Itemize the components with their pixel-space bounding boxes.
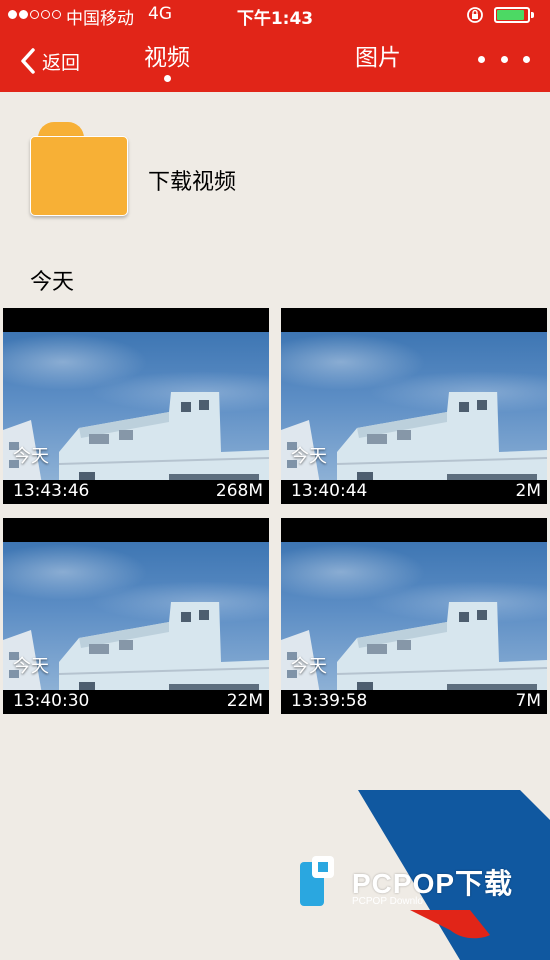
video-timestamp: 13:43:46 bbox=[13, 481, 90, 501]
download-videos-folder[interactable]: 下载视频 bbox=[26, 116, 286, 220]
video-item[interactable]: 今天 13:39:58 7M bbox=[281, 518, 547, 714]
battery-icon bbox=[494, 7, 530, 23]
video-day-badge: 今天 bbox=[13, 446, 49, 467]
video-item[interactable]: 今天 13:43:46 268M bbox=[3, 308, 269, 504]
tab-video[interactable]: 视频 bbox=[144, 38, 190, 72]
video-thumbnail: 今天 bbox=[281, 332, 547, 484]
app-header: 中国移动 4G 下午1:43 返回 视频 图片 bbox=[0, 0, 550, 92]
pcpop-watermark: PCPOP下载 PCPOP Downlo bbox=[290, 790, 550, 960]
video-thumbnail: 今天 bbox=[3, 542, 269, 694]
video-day-badge: 今天 bbox=[291, 446, 327, 467]
watermark-subtitle: PCPOP Downlo bbox=[352, 896, 423, 907]
folder-icon bbox=[30, 120, 130, 216]
video-filesize: 7M bbox=[515, 691, 541, 711]
video-info-bar: 13:40:44 2M bbox=[281, 480, 547, 504]
back-label: 返回 bbox=[42, 51, 81, 74]
battery-cap bbox=[531, 12, 534, 18]
video-filesize: 268M bbox=[215, 481, 263, 501]
video-day-badge: 今天 bbox=[13, 656, 49, 677]
tab-photo[interactable]: 图片 bbox=[355, 38, 401, 72]
active-tab-indicator bbox=[164, 75, 171, 82]
video-timestamp: 13:40:44 bbox=[291, 481, 368, 501]
navigation-bar: 返回 视频 图片 bbox=[0, 30, 550, 92]
video-timestamp: 13:40:30 bbox=[13, 691, 90, 711]
video-item[interactable]: 今天 13:40:30 22M bbox=[3, 518, 269, 714]
video-info-bar: 13:43:46 268M bbox=[3, 480, 269, 504]
video-day-badge: 今天 bbox=[291, 656, 327, 677]
back-button[interactable]: 返回 bbox=[20, 44, 80, 78]
section-title-today: 今天 bbox=[30, 270, 75, 295]
more-dots-icon[interactable] bbox=[478, 50, 530, 68]
video-filesize: 2M bbox=[515, 481, 541, 501]
video-info-bar: 13:40:30 22M bbox=[3, 690, 269, 714]
video-info-bar: 13:39:58 7M bbox=[281, 690, 547, 714]
rotation-lock-icon bbox=[467, 7, 483, 23]
chevron-left-icon bbox=[21, 48, 35, 74]
video-filesize: 22M bbox=[226, 691, 263, 711]
video-timestamp: 13:39:58 bbox=[291, 691, 368, 711]
status-bar: 中国移动 4G 下午1:43 bbox=[0, 0, 550, 30]
video-thumbnail: 今天 bbox=[281, 542, 547, 694]
folder-label: 下载视频 bbox=[148, 170, 237, 195]
video-item[interactable]: 今天 13:40:44 2M bbox=[281, 308, 547, 504]
video-thumbnail: 今天 bbox=[3, 332, 269, 484]
